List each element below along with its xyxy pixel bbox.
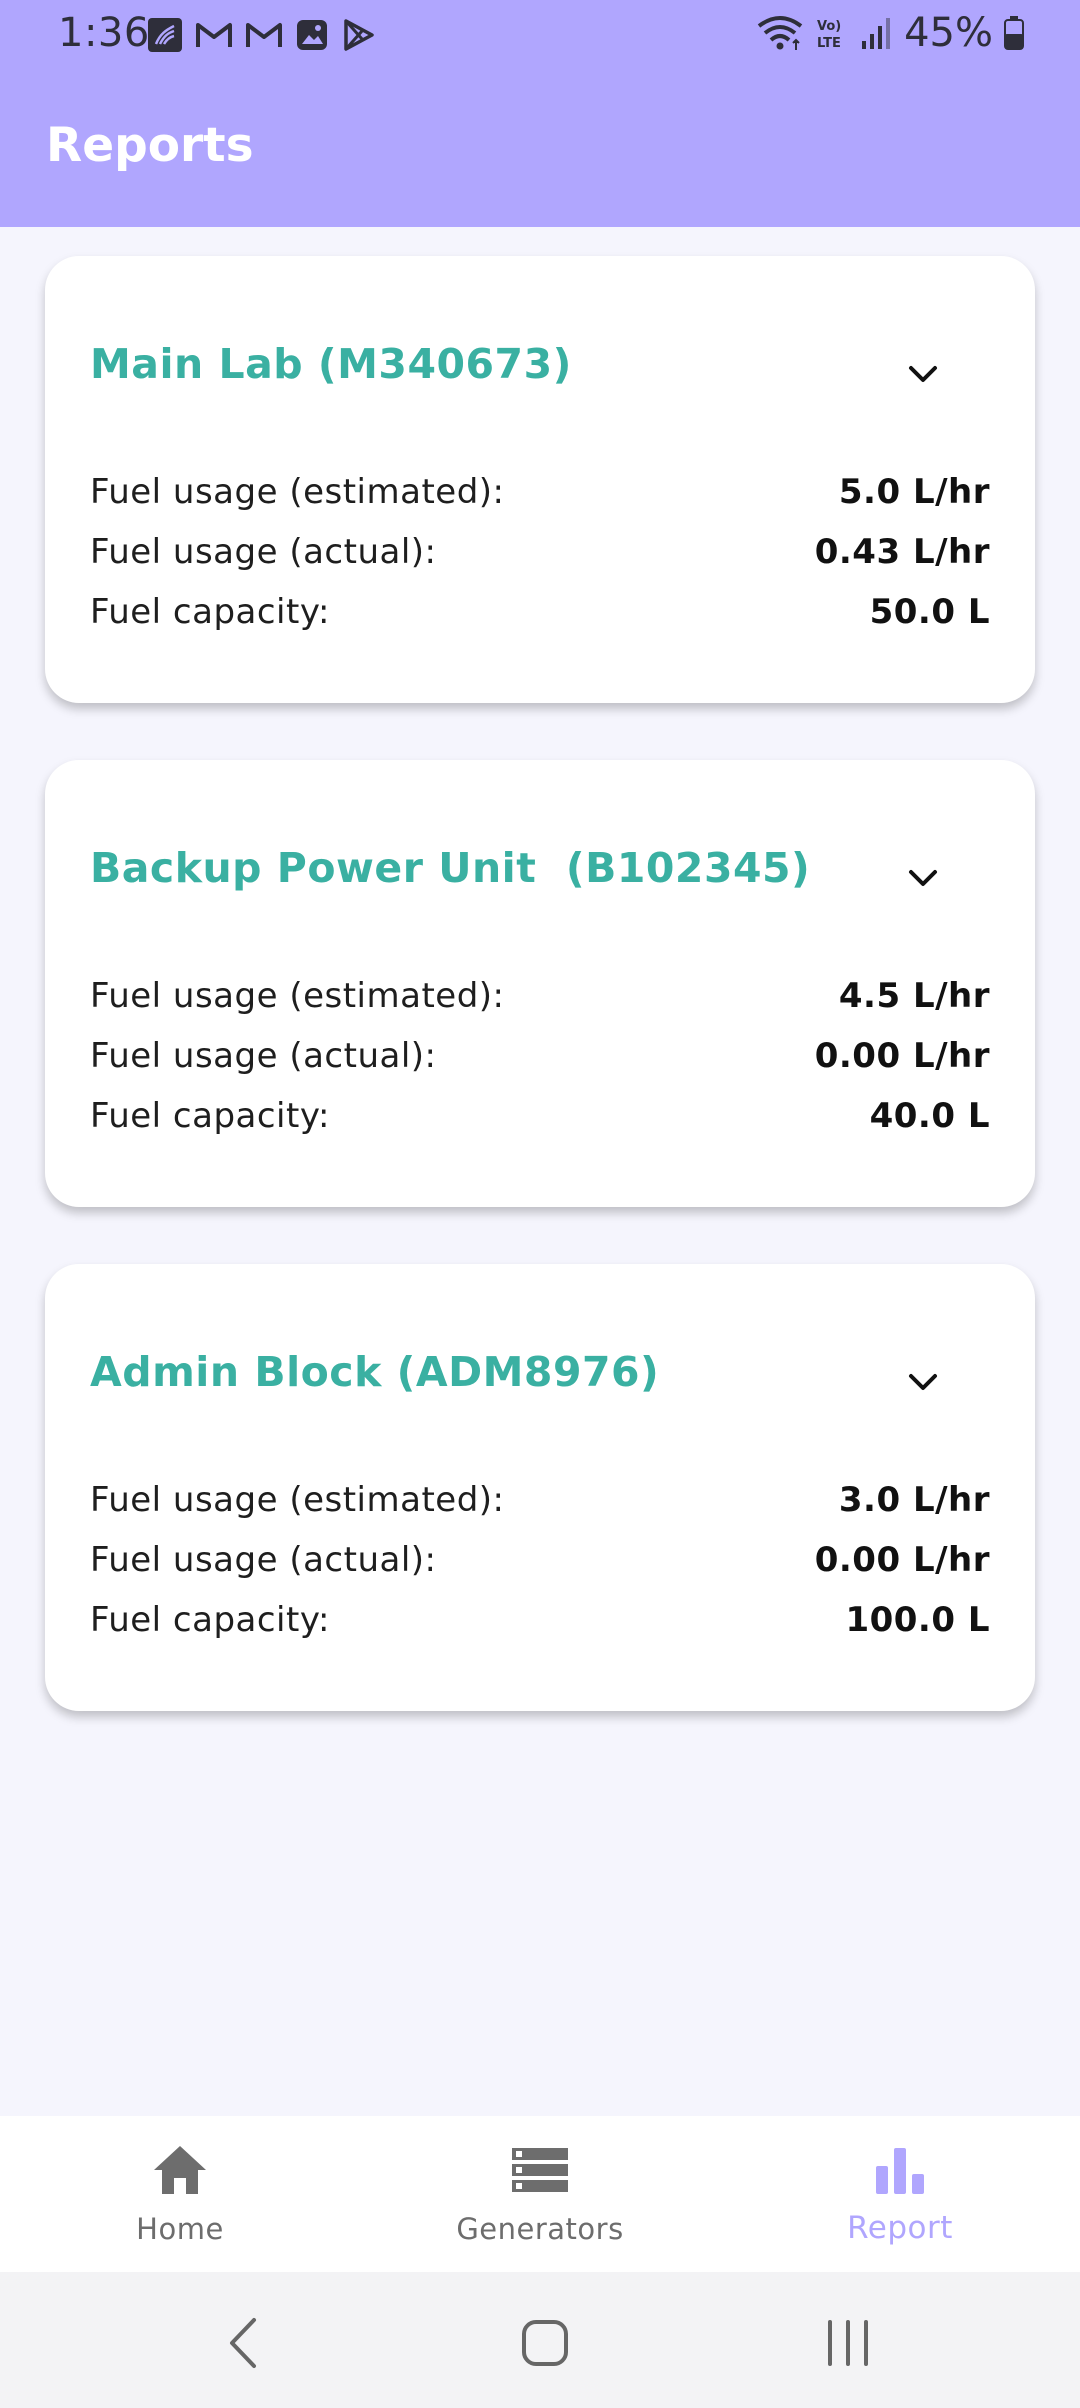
battery-percent: 45% bbox=[904, 10, 993, 56]
fuel-actual-row: Fuel usage (actual): 0.00 L/hr bbox=[90, 1026, 990, 1086]
row-label: Fuel usage (actual): bbox=[90, 1540, 437, 1580]
notification-icons bbox=[146, 16, 376, 54]
report-card[interactable]: Main Lab (M340673) Fuel usage (estimated… bbox=[45, 256, 1035, 703]
fuel-stats: Fuel usage (estimated): 5.0 L/hr Fuel us… bbox=[90, 462, 990, 642]
row-value: 0.00 L/hr bbox=[814, 1036, 990, 1076]
chevron-down-icon[interactable] bbox=[901, 1360, 945, 1404]
row-label: Fuel capacity: bbox=[90, 592, 330, 632]
nav-label: Home bbox=[136, 2212, 224, 2246]
fuel-stats: Fuel usage (estimated): 4.5 L/hr Fuel us… bbox=[90, 966, 990, 1146]
wifi-icon bbox=[757, 16, 803, 50]
fuel-estimated-row: Fuel usage (estimated): 5.0 L/hr bbox=[90, 462, 990, 522]
nav-label: Generators bbox=[456, 2212, 624, 2246]
fuel-estimated-row: Fuel usage (estimated): 4.5 L/hr bbox=[90, 966, 990, 1026]
home-icon bbox=[154, 2146, 206, 2194]
svg-text:LTE: LTE bbox=[817, 36, 841, 51]
row-value: 40.0 L bbox=[869, 1096, 990, 1136]
report-card[interactable]: Backup Power Unit (B102345) Fuel usage (… bbox=[45, 760, 1035, 1207]
fuel-actual-row: Fuel usage (actual): 0.43 L/hr bbox=[90, 522, 990, 582]
row-value: 5.0 L/hr bbox=[838, 472, 990, 512]
gallery-icon bbox=[297, 20, 327, 50]
list-icon bbox=[512, 2148, 568, 2192]
notification-app-icon bbox=[148, 18, 182, 52]
play-store-icon bbox=[344, 19, 374, 51]
status-right: Vo) LTE 45% bbox=[756, 10, 1025, 56]
row-label: Fuel usage (estimated): bbox=[90, 472, 505, 512]
app-header: 1:36 Vo) LTE 45% Reports bbox=[0, 0, 1080, 227]
row-value: 3.0 L/hr bbox=[838, 1480, 990, 1520]
generator-title: Main Lab (M340673) bbox=[90, 340, 572, 388]
back-icon[interactable] bbox=[210, 2308, 280, 2378]
nav-item-generators[interactable]: Generators bbox=[400, 2116, 680, 2272]
status-time: 1:36 bbox=[58, 10, 150, 56]
svg-text:Vo): Vo) bbox=[817, 19, 841, 34]
fuel-actual-row: Fuel usage (actual): 0.00 L/hr bbox=[90, 1530, 990, 1590]
nav-label: Report bbox=[847, 2210, 953, 2246]
battery-icon bbox=[1004, 16, 1024, 50]
fuel-stats: Fuel usage (estimated): 3.0 L/hr Fuel us… bbox=[90, 1470, 990, 1650]
row-label: Fuel usage (actual): bbox=[90, 1036, 437, 1076]
status-bar: 1:36 Vo) LTE 45% bbox=[0, 0, 1080, 70]
fuel-capacity-row: Fuel capacity: 50.0 L bbox=[90, 582, 990, 642]
chevron-down-icon[interactable] bbox=[901, 856, 945, 900]
nav-item-home[interactable]: Home bbox=[40, 2116, 320, 2272]
nav-item-report[interactable]: Report bbox=[760, 2116, 1040, 2272]
fuel-estimated-row: Fuel usage (estimated): 3.0 L/hr bbox=[90, 1470, 990, 1530]
row-label: Fuel capacity: bbox=[90, 1096, 330, 1136]
generator-title: Admin Block (ADM8976) bbox=[90, 1348, 660, 1396]
bar-chart-icon bbox=[876, 2148, 924, 2194]
gmail-icon bbox=[246, 23, 282, 47]
row-label: Fuel usage (actual): bbox=[90, 532, 437, 572]
bottom-navigation: Home Generators Report bbox=[0, 2116, 1080, 2272]
fuel-capacity-row: Fuel capacity: 100.0 L bbox=[90, 1590, 990, 1650]
row-value: 100.0 L bbox=[845, 1600, 990, 1640]
row-label: Fuel usage (estimated): bbox=[90, 976, 505, 1016]
chevron-down-icon[interactable] bbox=[901, 352, 945, 396]
system-navigation-bar bbox=[0, 2272, 1080, 2408]
page-title: Reports bbox=[46, 118, 254, 173]
row-label: Fuel usage (estimated): bbox=[90, 1480, 505, 1520]
volte-icon: Vo) LTE bbox=[817, 19, 841, 51]
generator-title: Backup Power Unit (B102345) bbox=[90, 844, 811, 892]
row-value: 0.00 L/hr bbox=[814, 1540, 990, 1580]
home-circle-icon[interactable] bbox=[510, 2308, 580, 2378]
report-card-list: Main Lab (M340673) Fuel usage (estimated… bbox=[45, 256, 1035, 1768]
row-value: 4.5 L/hr bbox=[838, 976, 990, 1016]
row-value: 50.0 L bbox=[869, 592, 990, 632]
signal-icon bbox=[862, 18, 891, 49]
fuel-capacity-row: Fuel capacity: 40.0 L bbox=[90, 1086, 990, 1146]
row-label: Fuel capacity: bbox=[90, 1600, 330, 1640]
row-value: 0.43 L/hr bbox=[814, 532, 990, 572]
report-card[interactable]: Admin Block (ADM8976) Fuel usage (estima… bbox=[45, 1264, 1035, 1711]
recents-icon[interactable] bbox=[813, 2308, 883, 2378]
gmail-icon bbox=[196, 23, 232, 47]
